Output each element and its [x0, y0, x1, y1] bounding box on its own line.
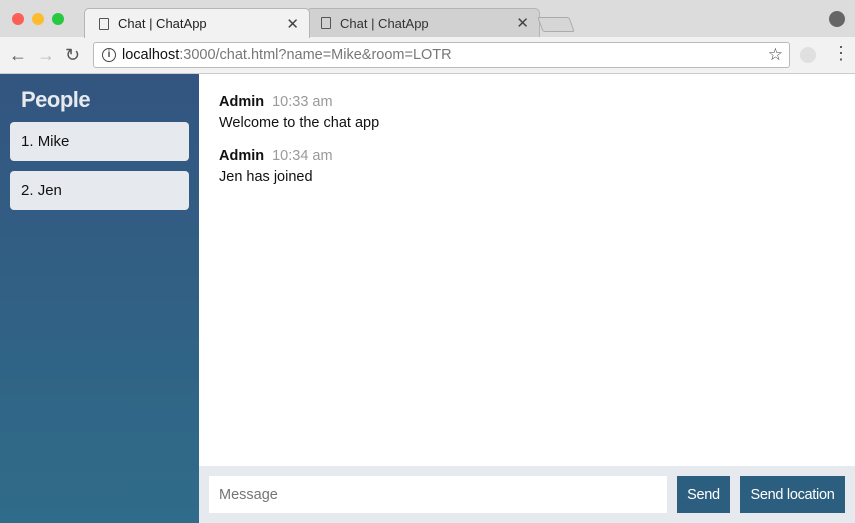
tab-title: Chat | ChatApp — [118, 16, 207, 31]
message-input[interactable] — [209, 476, 667, 513]
browser-toolbar: ← → ↻ i localhost:3000/chat.html?name=Mi… — [0, 37, 855, 74]
page-icon — [321, 17, 331, 29]
maximize-window-button[interactable] — [52, 13, 64, 25]
info-icon[interactable]: i — [102, 48, 116, 62]
person-item: 2. Jen — [10, 171, 189, 210]
message-sender: Admin — [219, 148, 265, 164]
people-sidebar: People 1. Mike 2. Jen — [0, 74, 199, 523]
tab-title: Chat | ChatApp — [340, 15, 429, 31]
person-number: 2. — [21, 182, 34, 199]
message-text: Welcome to the chat app — [219, 115, 380, 131]
address-bar[interactable]: i localhost:3000/chat.html?name=Mike&roo… — [93, 42, 790, 68]
browser-titlebar: Chat | ChatApp ✕ Chat | ChatApp ✕ — [0, 0, 855, 38]
person-name: Mike — [37, 133, 70, 150]
more-menu-icon[interactable]: ⋮ — [832, 43, 850, 64]
tab-chat-1[interactable]: Chat | ChatApp ✕ — [84, 8, 310, 38]
tab-chat-2[interactable]: Chat | ChatApp ✕ — [306, 8, 540, 37]
message-list: Admin 10:33 am Welcome to the chat app Ad… — [199, 74, 855, 466]
person-name: Jen — [37, 182, 62, 199]
profile-icon[interactable] — [829, 11, 845, 27]
close-tab-icon[interactable]: ✕ — [286, 15, 299, 33]
send-location-button[interactable]: Send location — [740, 476, 845, 513]
message-text: Jen has joined — [219, 169, 313, 185]
new-tab-button[interactable] — [537, 17, 575, 32]
extension-icon[interactable] — [800, 47, 816, 63]
page-icon — [99, 17, 109, 30]
url-host: localhost — [122, 47, 180, 63]
message-sender: Admin — [219, 94, 265, 110]
bookmark-star-icon[interactable]: ☆ — [768, 45, 783, 65]
composer: Send Send location — [199, 466, 855, 523]
people-heading: People — [21, 87, 91, 112]
message: Admin 10:34 am Jen has joined — [219, 148, 835, 185]
forward-icon[interactable]: → — [37, 45, 55, 66]
person-number: 1. — [21, 133, 34, 150]
close-window-button[interactable] — [12, 13, 24, 25]
close-tab-icon[interactable]: ✕ — [516, 14, 529, 32]
message: Admin 10:33 am Welcome to the chat app — [219, 94, 835, 131]
back-icon[interactable]: ← — [9, 45, 27, 66]
person-item: 1. Mike — [10, 122, 189, 161]
url-path: :3000/chat.html?name=Mike&room=LOTR — [179, 47, 452, 63]
message-time: 10:34 am — [272, 148, 333, 164]
minimize-window-button[interactable] — [32, 13, 44, 25]
message-time: 10:33 am — [272, 94, 333, 110]
send-button[interactable]: Send — [677, 476, 730, 513]
reload-icon[interactable]: ↻ — [65, 45, 80, 66]
